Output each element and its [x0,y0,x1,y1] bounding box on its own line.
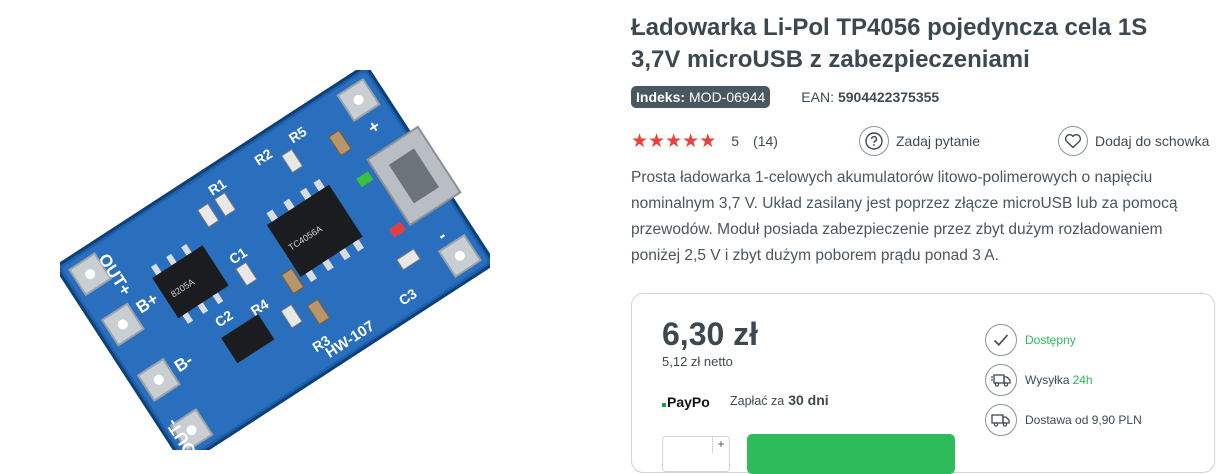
fast-truck-icon [985,364,1017,396]
product-meta: Indeks: MOD-06944 EAN: 5904422375355 [631,86,939,108]
feature-shipping: Wysyłka 24h [985,364,1093,396]
index-value: MOD-06944 [689,89,766,105]
product-image[interactable]: OUT+ B+ B- OUT- + - HW-107 TC4056A 8205A… [56,66,494,464]
rating-value: 5 [731,133,740,149]
quantity-increase-button[interactable]: + [712,437,729,453]
product-title: Ładowarka Li-Pol TP4056 pojedyncza cela … [631,14,1148,73]
paypo-logo: PayPo [662,394,710,410]
shipping-label: Wysyłka [1025,373,1070,387]
price: 6,30 zł [662,316,759,352]
feature-delivery: Dostawa od 9,90 PLN [985,404,1142,436]
ean-value: 5904422375355 [837,89,940,105]
ean: EAN: 5904422375355 [801,89,939,105]
index-label: Indeks: [636,89,686,105]
star-icon: ★ [682,130,699,152]
availability-status: Dostępny [1025,333,1076,347]
paypo-days: 30 dni [788,392,829,408]
quantity-stepper[interactable]: + [662,436,730,472]
question-icon [859,126,889,156]
add-to-cart-button[interactable] [747,434,955,474]
check-icon [985,324,1017,356]
star-icon: ★ [648,130,665,152]
ask-question-button[interactable]: Zadaj pytanie [859,126,980,156]
star-icon: ★ [699,130,716,152]
paypo-dot-icon [662,403,666,407]
paypo-logo-text: PayPo [667,394,710,410]
delivery-label: Dostawa od 9,90 PLN [1025,413,1142,427]
pcb-illustration: OUT+ B+ B- OUT- + - HW-107 TC4056A 8205A… [56,66,494,464]
rating-row: ★ ★ ★ ★ ★ 5 (14) Zadaj pytanie Dodaj do … [631,124,1211,158]
ean-label: EAN: [801,89,834,105]
price-net: 5,12 zł netto [662,354,733,369]
buy-box: 6,30 zł 5,12 zł netto PayPo Zapłać za 30… [631,293,1215,474]
add-to-wishlist-label: Dodaj do schowka [1095,133,1210,149]
product-description: Prosta ładowarka 1-celowych akumulatorów… [631,169,1178,264]
index-badge: Indeks: MOD-06944 [631,86,771,108]
rating-count[interactable]: (14) [753,133,778,149]
truck-icon [985,404,1017,436]
shipping-time: 24h [1072,373,1093,387]
feature-availability: Dostępny [985,324,1076,356]
add-to-wishlist-button[interactable]: Dodaj do schowka [1058,126,1209,156]
ask-question-label: Zadaj pytanie [896,133,981,149]
paypo-prefix: Zapłać za [730,394,785,408]
star-icon: ★ [631,130,648,152]
heart-icon [1058,126,1088,156]
paypo-info[interactable]: Zapłać za 30 dni [730,392,829,408]
star-icon: ★ [665,130,682,152]
rating-stars[interactable]: ★ ★ ★ ★ ★ [631,130,716,153]
